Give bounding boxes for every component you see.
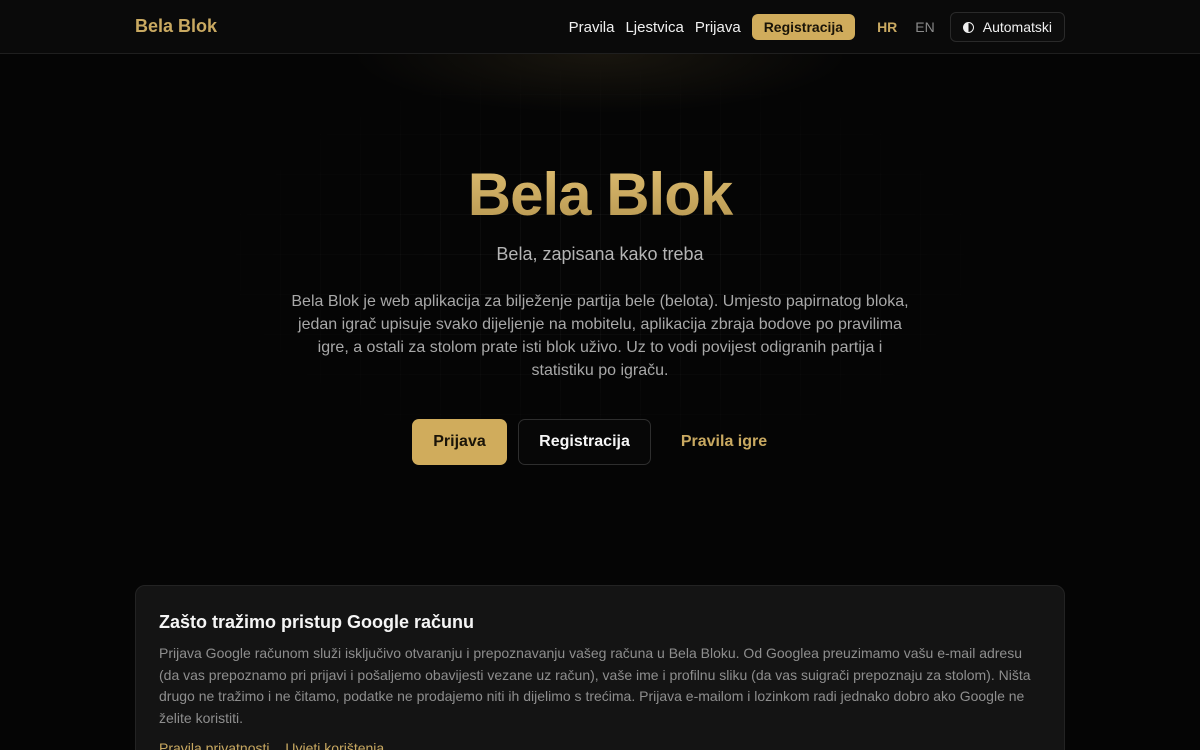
privacy-policy-link[interactable]: Pravila privatnosti bbox=[159, 740, 270, 750]
language-hr[interactable]: HR bbox=[877, 19, 897, 35]
language-en[interactable]: EN bbox=[915, 19, 934, 35]
hero-register-button[interactable]: Registracija bbox=[518, 419, 651, 465]
hero-login-button[interactable]: Prijava bbox=[412, 419, 507, 465]
nav-link-login[interactable]: Prijava bbox=[695, 19, 741, 36]
card-text: Prijava Google računom služi isključivo … bbox=[159, 645, 1031, 726]
header-glow bbox=[350, 54, 850, 114]
hero-subtitle: Bela, zapisana kako treba bbox=[496, 244, 704, 264]
nav-register-button[interactable]: Registracija bbox=[751, 14, 856, 40]
hero-description: Bela Blok je web aplikacija za bilježenj… bbox=[291, 293, 909, 379]
theme-label: Automatski bbox=[982, 19, 1052, 35]
top-navbar: Bela Blok Pravila Ljestvica Prijava Regi… bbox=[0, 0, 1200, 54]
google-access-card: Zašto tražimo pristup Google računu Prij… bbox=[135, 585, 1065, 750]
theme-toggle-button[interactable]: Automatski bbox=[949, 12, 1065, 42]
nav-link-leaderboard[interactable]: Ljestvica bbox=[625, 19, 683, 36]
nav-link-rules[interactable]: Pravila bbox=[569, 19, 615, 36]
half-circle-icon bbox=[962, 21, 974, 33]
hero-title: Bela Blok bbox=[0, 160, 1200, 229]
card-links: Pravila privatnosti Uvjeti korištenja bbox=[159, 740, 396, 750]
hero-rules-link[interactable]: Pravila igre bbox=[670, 419, 778, 465]
main-nav: Pravila Ljestvica Prijava Registracija H… bbox=[569, 11, 1065, 43]
logo[interactable]: Bela Blok bbox=[135, 16, 217, 37]
terms-of-use-link[interactable]: Uvjeti korištenja bbox=[285, 740, 384, 750]
card-title: Zašto tražimo pristup Google računu bbox=[159, 612, 475, 632]
